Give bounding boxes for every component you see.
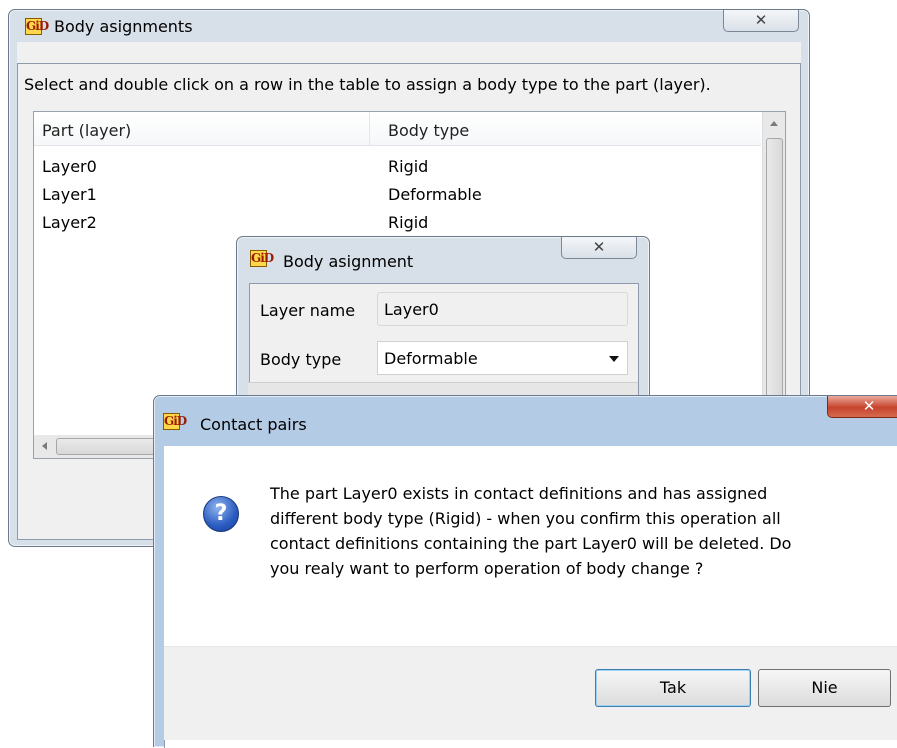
title-bar[interactable]: GiD Contact pairs ✕ [154,396,897,434]
window-title: Body asignments [54,17,193,36]
gid-app-icon: GiD [163,413,187,430]
no-button[interactable]: Nie [758,669,891,707]
message-line: The part Layer0 exists in contact defini… [270,484,768,503]
table-header: Part (layer) Body type [34,112,761,146]
scrollbar-thumb[interactable] [766,138,783,438]
column-header-body-type[interactable]: Body type [388,121,469,140]
window-title: Body asignment [283,252,414,271]
message-line: you realy want to perform operation of b… [270,559,704,578]
table-cell-part[interactable]: Layer2 [42,213,97,232]
message-line: contact definitions containing the part … [270,534,792,553]
scroll-up-arrow-icon[interactable] [770,121,778,126]
column-divider[interactable] [369,112,370,146]
question-icon: ? [203,496,239,532]
title-bar[interactable]: GiD Body asignment ✕ [237,237,649,271]
instruction-text: Select and double click on a row in the … [24,75,711,94]
table-cell-part[interactable]: Layer0 [42,157,97,176]
layer-name-label: Layer name [260,301,356,320]
window-title: Contact pairs [200,415,307,434]
close-button[interactable]: ✕ [827,396,897,418]
table-cell-body-type[interactable]: Rigid [388,157,428,176]
gid-app-icon: GiD [25,18,49,35]
yes-button[interactable]: Tak [595,669,751,707]
table-cell-part[interactable]: Layer1 [42,185,97,204]
gid-app-icon: GiD [250,250,274,267]
close-button[interactable]: ✕ [561,237,637,259]
close-button[interactable]: ✕ [723,10,799,32]
body-type-select[interactable]: Deformable [377,341,628,375]
title-bar[interactable]: GiD Body asignments ✕ [9,10,809,42]
table-cell-body-type[interactable]: Rigid [388,213,428,232]
column-header-part[interactable]: Part (layer) [42,121,131,140]
dropdown-caret-icon[interactable] [609,356,619,362]
client-top [17,42,801,63]
layer-name-field: Layer0 [377,292,628,326]
scroll-left-arrow-icon[interactable] [42,442,47,450]
body-type-label: Body type [260,350,342,369]
message-line: different body type (Rigid) - when you c… [270,509,781,528]
table-cell-body-type[interactable]: Deformable [388,185,482,204]
body-type-value: Deformable [384,349,478,368]
